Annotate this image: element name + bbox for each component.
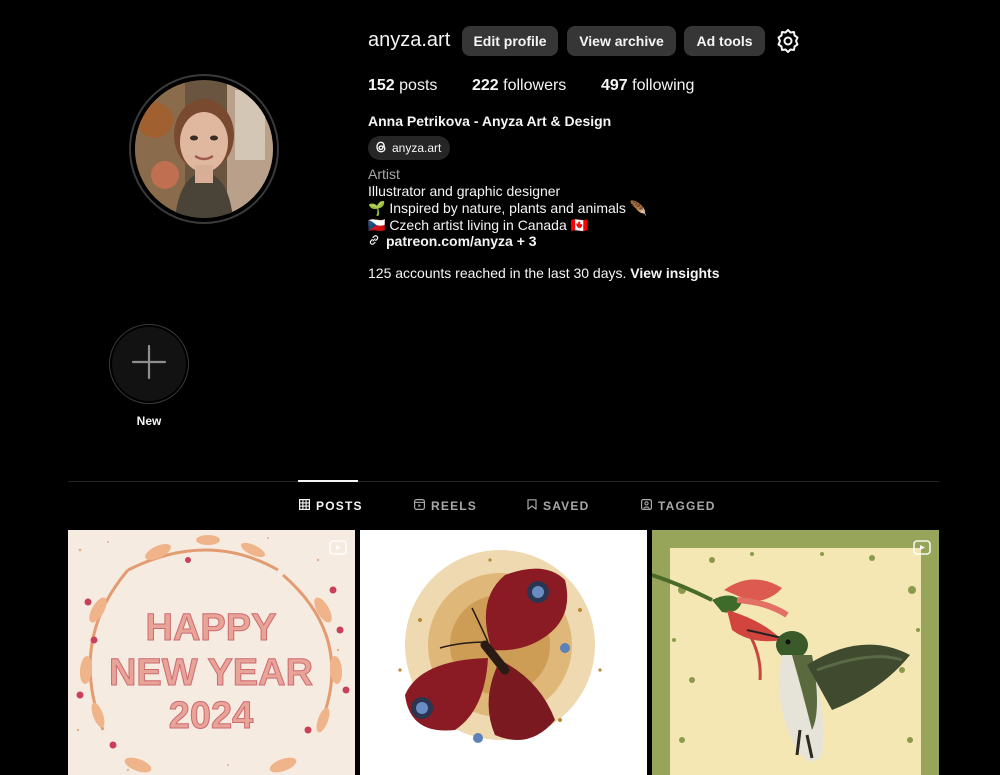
settings-gear-icon[interactable]	[775, 28, 801, 54]
view-archive-button[interactable]: View archive	[567, 26, 676, 56]
ad-tools-button[interactable]: Ad tools	[684, 26, 765, 56]
followers-stat[interactable]: 222 followers	[472, 77, 566, 95]
profile-avatar-ring[interactable]	[129, 74, 279, 224]
following-stat[interactable]: 497 following	[601, 77, 694, 95]
tab-tagged-label: TAGGED	[658, 499, 716, 513]
tab-tagged[interactable]: TAGGED	[641, 498, 716, 514]
reel-badge-icon	[329, 538, 347, 556]
new-highlight-circle	[112, 327, 186, 401]
profile-link[interactable]: patreon.com/anyza + 3	[368, 233, 537, 249]
posts-stat: 152 posts	[368, 77, 437, 95]
post-1-line-3: 2024	[169, 695, 254, 737]
reel-badge-icon	[913, 538, 931, 556]
new-highlight-button[interactable]	[109, 324, 189, 404]
tab-reels-label: REELS	[431, 499, 478, 513]
posts-count: 152	[368, 77, 395, 94]
threads-badge[interactable]: anyza.art	[368, 136, 451, 160]
new-highlight-label: New	[136, 414, 162, 428]
profile-link-text: patreon.com/anyza + 3	[386, 233, 537, 249]
posts-label: posts	[399, 77, 438, 94]
threads-handle: anyza.art	[392, 141, 442, 155]
post-tile-3[interactable]	[652, 530, 939, 775]
threads-icon	[374, 140, 388, 157]
view-insights-link[interactable]: View insights	[630, 265, 719, 281]
post-tile-2[interactable]	[360, 530, 647, 775]
active-tab-indicator	[298, 480, 358, 482]
insights-line: 125 accounts reached in the last 30 days…	[368, 265, 720, 281]
profile-category: Artist	[368, 166, 400, 182]
insights-text: 125 accounts reached in the last 30 days…	[368, 265, 627, 281]
profile-full-name: Anna Petrikova - Anyza Art & Design	[368, 113, 612, 129]
reels-icon	[414, 499, 426, 513]
edit-profile-button[interactable]: Edit profile	[462, 26, 558, 56]
following-label: following	[632, 77, 695, 94]
bio-line-3: 🇨🇿 Czech artist living in Canada 🇨🇦	[368, 217, 589, 233]
profile-username: anyza.art	[368, 29, 451, 51]
tab-saved[interactable]: SAVED	[527, 498, 589, 514]
profile-avatar[interactable]	[135, 80, 273, 218]
followers-label: followers	[503, 77, 567, 94]
tagged-icon	[641, 499, 653, 513]
following-count: 497	[601, 77, 628, 94]
plus-icon	[131, 344, 167, 385]
bookmark-icon	[527, 499, 537, 513]
tabs-divider	[68, 481, 939, 482]
tab-posts-label: POSTS	[316, 499, 363, 513]
link-icon	[368, 233, 380, 249]
post-1-line-2: NEW YEAR	[109, 652, 313, 694]
tab-posts[interactable]: POSTS	[299, 498, 363, 514]
grid-icon	[299, 499, 311, 513]
followers-count: 222	[472, 77, 499, 94]
bio-line-1: Illustrator and graphic designer	[368, 183, 561, 199]
post-tile-1[interactable]: HAPPY NEW YEAR 2024	[68, 530, 355, 775]
post-1-line-1: HAPPY	[146, 607, 277, 649]
tab-saved-label: SAVED	[543, 499, 590, 513]
bio-line-2: 🌱 Inspired by nature, plants and animals…	[368, 200, 648, 216]
tab-reels[interactable]: REELS	[414, 498, 477, 514]
